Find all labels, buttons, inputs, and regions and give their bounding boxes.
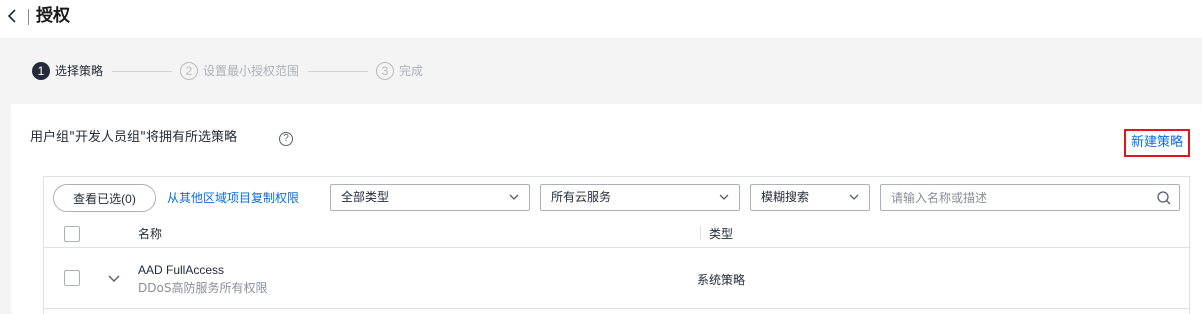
step-1-circle: 1	[32, 62, 50, 80]
search-mode-value: 模糊搜索	[761, 190, 810, 204]
step-2-circle: 2	[180, 62, 198, 80]
chevron-down-icon	[849, 194, 859, 200]
policy-prompt: 用户组"开发人员组"将拥有所选策略	[30, 130, 237, 145]
type-filter-select[interactable]: 全部类型	[330, 184, 530, 211]
expand-chevron-icon[interactable]	[107, 274, 121, 284]
title-divider	[28, 9, 29, 25]
new-policy-link[interactable]: 新建策略	[1124, 129, 1190, 157]
column-divider	[700, 226, 701, 240]
chevron-down-icon	[719, 194, 729, 200]
row-divider	[44, 308, 1189, 309]
search-box	[880, 184, 1180, 211]
policy-type: 系统策略	[697, 273, 746, 287]
type-filter-value: 全部类型	[341, 190, 390, 204]
copy-permissions-link[interactable]: 从其他区域项目复制权限	[167, 188, 299, 208]
step-connector	[308, 71, 368, 72]
row-checkbox[interactable]	[64, 270, 80, 286]
table-header	[44, 220, 1189, 248]
step-1-label: 选择策略	[55, 64, 104, 78]
column-header-type: 类型	[709, 227, 734, 241]
step-3-circle: 3	[376, 62, 394, 80]
select-all-checkbox[interactable]	[64, 226, 80, 242]
chevron-down-icon	[509, 194, 519, 200]
service-filter-value: 所有云服务	[551, 190, 612, 204]
step-connector	[112, 71, 172, 72]
policy-name: AAD FullAccess	[138, 263, 225, 277]
policy-description: DDoS高防服务所有权限	[138, 281, 268, 295]
step-3-label: 完成	[399, 64, 424, 78]
column-header-name: 名称	[138, 227, 163, 241]
view-selected-button[interactable]: 查看已选(0)	[53, 184, 156, 212]
search-input[interactable]	[891, 185, 1141, 210]
back-arrow-icon[interactable]	[6, 7, 22, 25]
service-filter-select[interactable]: 所有云服务	[540, 184, 740, 211]
search-mode-select[interactable]: 模糊搜索	[750, 184, 870, 211]
page-title: 授权	[36, 6, 70, 26]
search-icon[interactable]	[1156, 190, 1172, 206]
top-bar: 授权	[0, 0, 1202, 38]
step-2-label: 设置最小授权范围	[203, 64, 300, 78]
help-icon[interactable]: ?	[279, 132, 293, 146]
